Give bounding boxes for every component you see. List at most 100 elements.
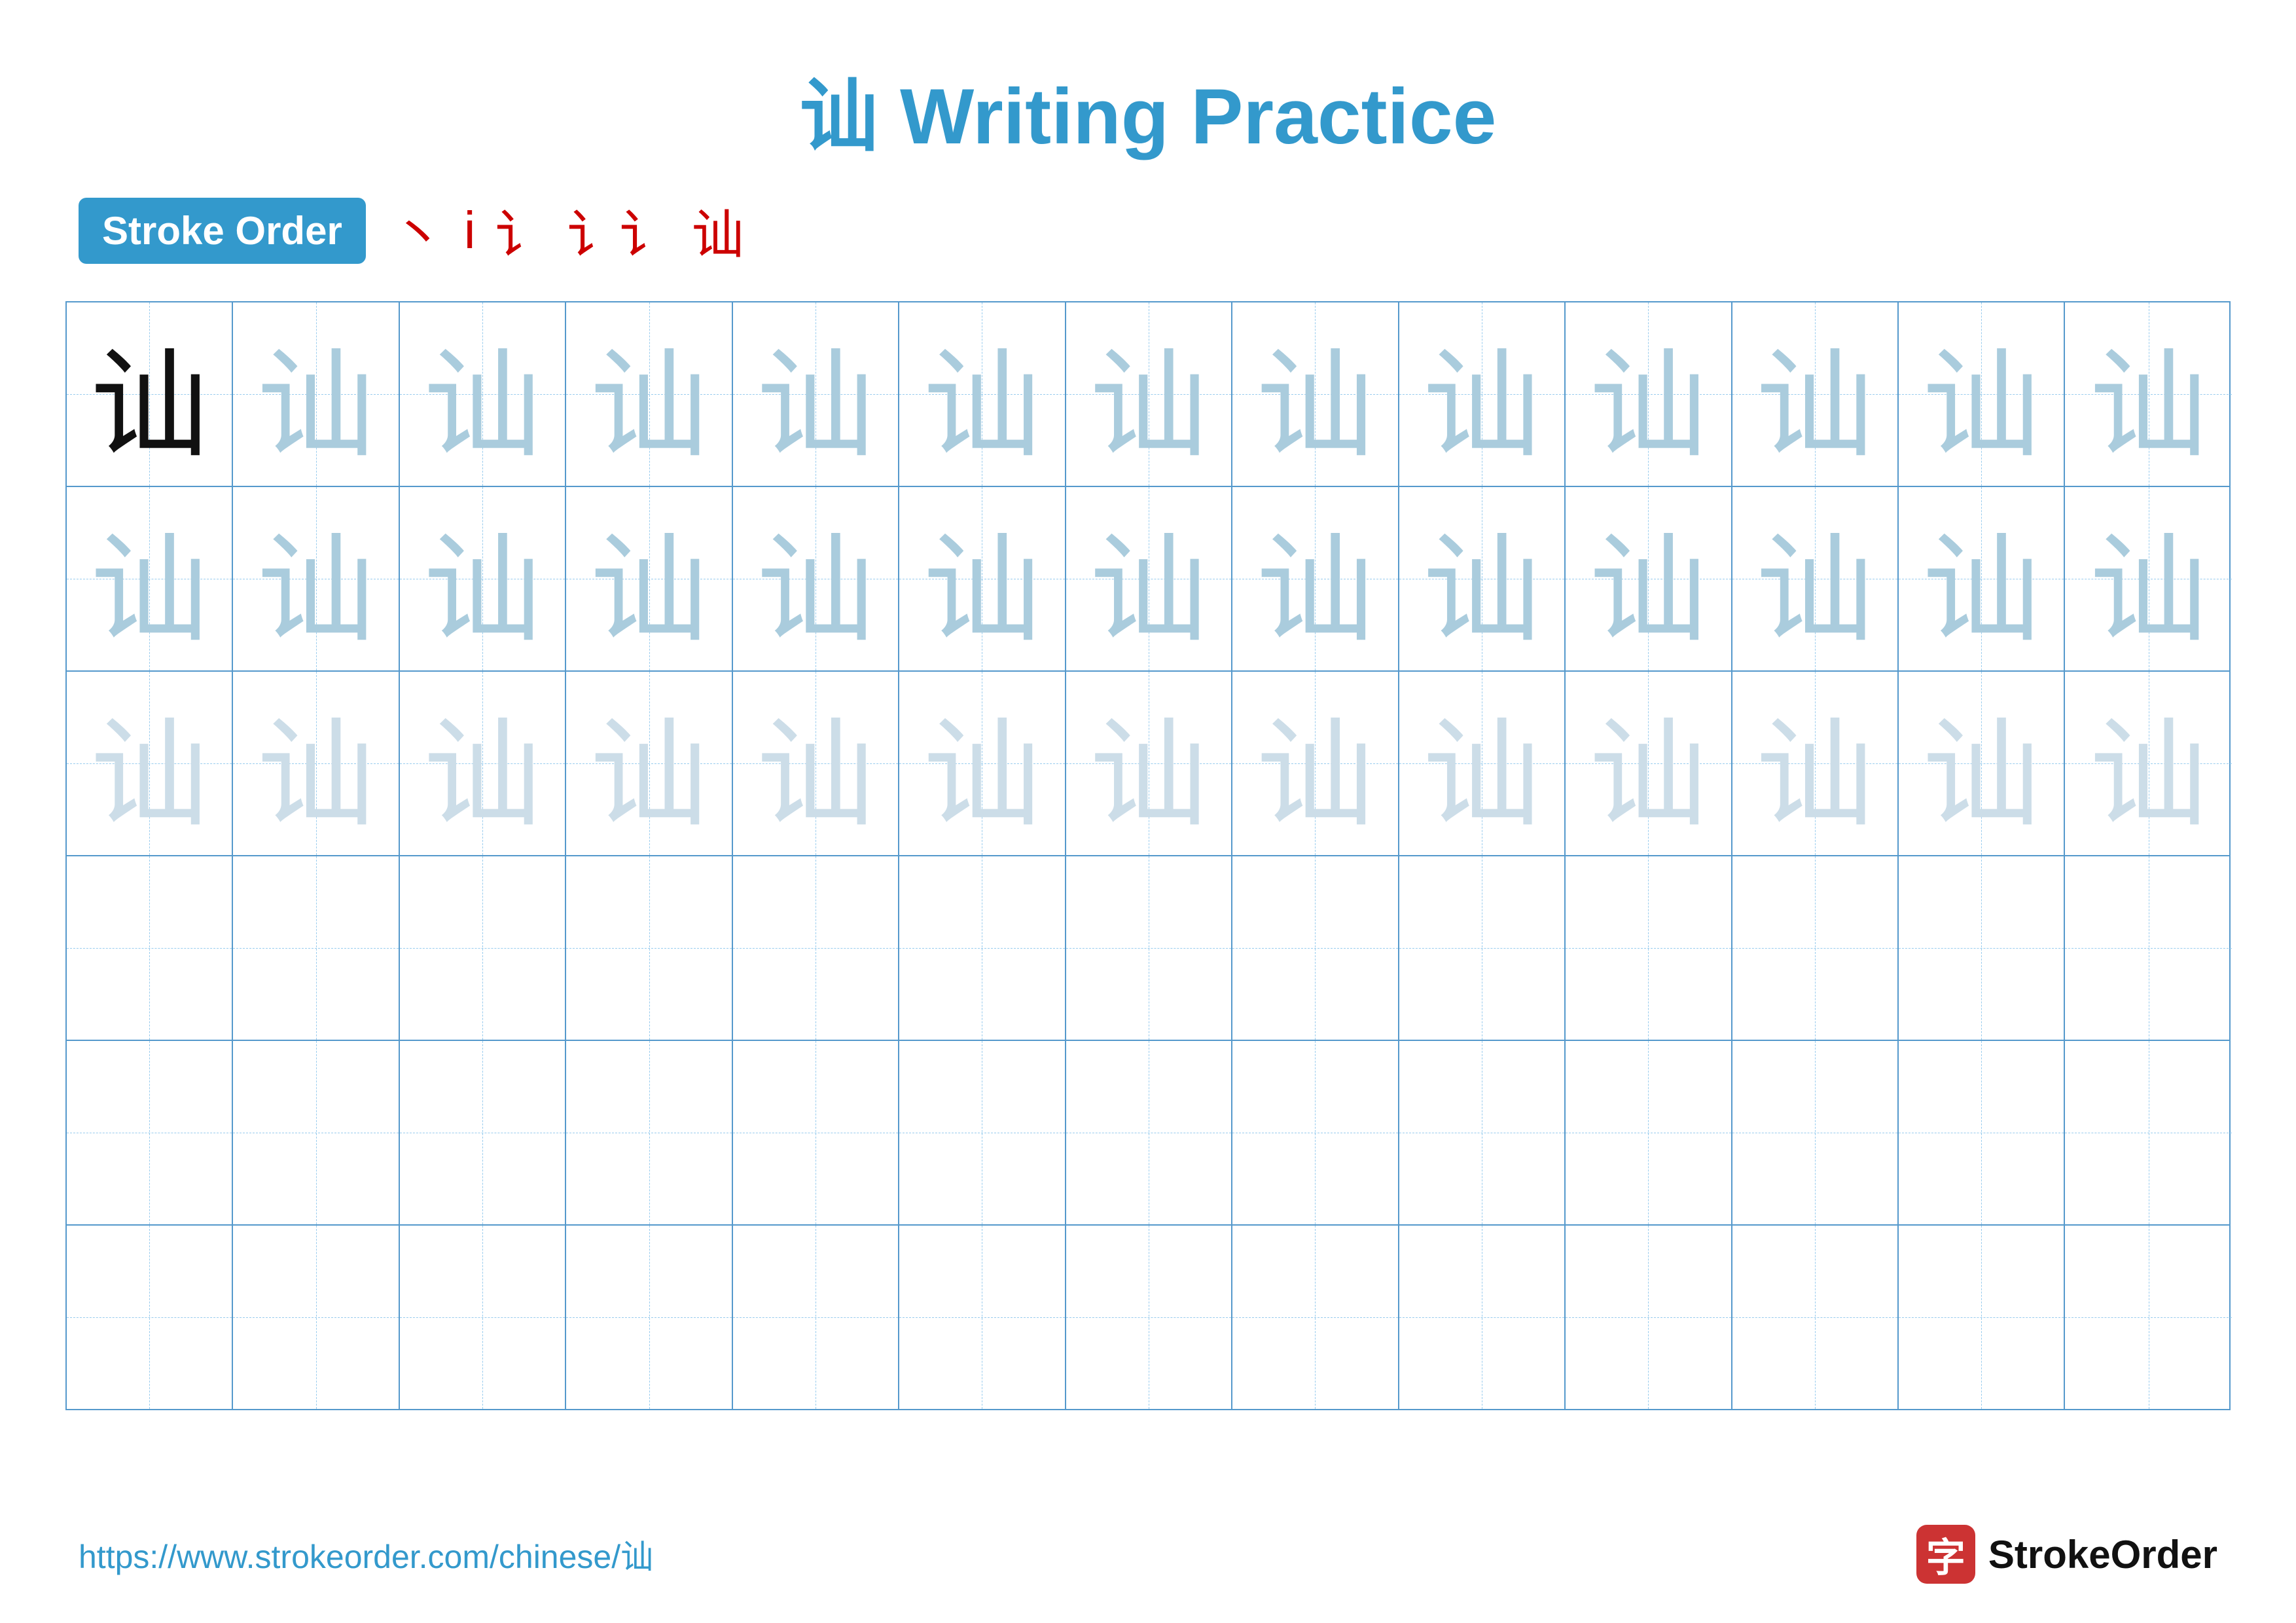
grid-cell[interactable]: 讪 [566,672,732,855]
grid-cell[interactable]: 讪 [1399,487,1566,670]
footer-url[interactable]: https://www.strokeorder.com/chinese/讪 [79,1531,653,1578]
grid-cell[interactable] [899,1226,1066,1409]
grid-cell[interactable]: 讪 [1566,302,1732,486]
grid-cell[interactable] [733,1041,899,1224]
grid-cell[interactable] [899,856,1066,1040]
grid-cell[interactable]: 讪 [2065,302,2231,486]
grid-cell[interactable] [233,1226,399,1409]
grid-cell[interactable]: 讪 [233,302,399,486]
grid-cell[interactable] [1732,856,1899,1040]
grid-cell[interactable] [1899,1041,2065,1224]
grid-cell[interactable] [566,856,732,1040]
footer-logo: 字 StrokeOrder [1916,1525,2217,1584]
grid-row-5 [67,1041,2229,1226]
grid-cell[interactable]: 讪 [400,302,566,486]
grid-cell[interactable]: 讪 [400,487,566,670]
grid-cell[interactable]: 讪 [233,672,399,855]
grid-cell[interactable] [400,856,566,1040]
stroke-5: 讪 [692,192,744,268]
stroke-order-section: Stroke Order 丶 i 讠 讠讠 讪 [0,192,2296,268]
grid-cell[interactable] [1566,1041,1732,1224]
grid-cell[interactable] [67,1041,233,1224]
grid-cell[interactable] [1232,1226,1399,1409]
practice-grid: 讪 讪 讪 讪 讪 讪 讪 讪 讪 讪 讪 讪 讪 讪 讪 讪 讪 讪 讪 讪 … [65,301,2231,1410]
grid-cell[interactable] [1899,856,2065,1040]
grid-row-2: 讪 讪 讪 讪 讪 讪 讪 讪 讪 讪 讪 讪 讪 [67,487,2229,672]
grid-cell[interactable]: 讪 [233,487,399,670]
grid-cell[interactable] [1399,1226,1566,1409]
grid-cell[interactable]: 讪 [1066,487,1232,670]
grid-cell[interactable] [1732,1226,1899,1409]
grid-cell[interactable] [2065,1041,2231,1224]
logo-text: StrokeOrder [1988,1532,2217,1577]
grid-cell[interactable] [1899,1226,2065,1409]
footer: https://www.strokeorder.com/chinese/讪 字 … [0,1525,2296,1584]
grid-cell[interactable]: 讪 [733,672,899,855]
grid-cell[interactable] [733,1226,899,1409]
grid-cell[interactable] [1732,1041,1899,1224]
grid-cell[interactable]: 讪 [67,672,233,855]
grid-cell[interactable]: 讪 [400,672,566,855]
grid-cell[interactable] [400,1226,566,1409]
grid-cell[interactable] [233,856,399,1040]
grid-cell[interactable]: 讪 [67,487,233,670]
grid-cell[interactable]: 讪 [1732,302,1899,486]
grid-cell[interactable] [1066,1041,1232,1224]
grid-cell[interactable]: 讪 [1066,672,1232,855]
grid-cell[interactable] [1566,1226,1732,1409]
grid-cell[interactable] [1399,1041,1566,1224]
grid-cell[interactable]: 讪 [566,302,732,486]
stroke-3: 讠 [495,192,548,268]
grid-cell[interactable] [2065,856,2231,1040]
grid-cell[interactable]: 讪 [733,487,899,670]
grid-cell[interactable]: 讪 [1899,672,2065,855]
grid-cell[interactable] [1232,856,1399,1040]
grid-row-6 [67,1226,2229,1409]
grid-cell[interactable] [566,1041,732,1224]
grid-cell[interactable]: 讪 [2065,672,2231,855]
grid-row-4 [67,856,2229,1041]
grid-cell[interactable]: 讪 [1232,487,1399,670]
grid-cell[interactable] [1566,856,1732,1040]
grid-cell[interactable]: 讪 [566,487,732,670]
grid-cell[interactable]: 讪 [2065,487,2231,670]
stroke-4: 讠讠 [567,192,672,268]
grid-cell[interactable] [1399,856,1566,1040]
grid-cell[interactable]: 讪 [67,302,233,486]
grid-cell[interactable]: 讪 [1399,302,1566,486]
grid-cell[interactable] [1232,1041,1399,1224]
grid-cell[interactable] [899,1041,1066,1224]
grid-cell[interactable]: 讪 [1399,672,1566,855]
grid-cell[interactable]: 讪 [1899,487,2065,670]
grid-cell[interactable] [233,1041,399,1224]
logo-icon: 字 [1916,1525,1975,1584]
grid-cell[interactable]: 讪 [1066,302,1232,486]
stroke-2: i [464,200,476,261]
grid-cell[interactable]: 讪 [1732,487,1899,670]
stroke-1: 丶 [392,192,444,268]
grid-cell[interactable]: 讪 [733,302,899,486]
grid-cell[interactable] [67,1226,233,1409]
grid-cell[interactable] [566,1226,732,1409]
stroke-order-badge: Stroke Order [79,198,366,264]
grid-cell[interactable]: 讪 [1566,487,1732,670]
grid-cell[interactable] [2065,1226,2231,1409]
grid-cell[interactable] [1066,856,1232,1040]
grid-cell[interactable]: 讪 [899,672,1066,855]
grid-cell[interactable]: 讪 [899,302,1066,486]
grid-cell[interactable] [67,856,233,1040]
grid-cell[interactable]: 讪 [899,487,1066,670]
grid-cell[interactable]: 讪 [1899,302,2065,486]
character-dark: 讪 [90,309,208,480]
grid-row-3: 讪 讪 讪 讪 讪 讪 讪 讪 讪 讪 讪 讪 讪 [67,672,2229,856]
grid-cell[interactable]: 讪 [1232,672,1399,855]
grid-cell[interactable] [733,856,899,1040]
stroke-sequence: 丶 i 讠 讠讠 讪 [392,192,744,268]
grid-cell[interactable]: 讪 [1566,672,1732,855]
grid-cell[interactable]: 讪 [1232,302,1399,486]
page-title: 讪 Writing Practice [0,0,2296,192]
grid-cell[interactable] [1066,1226,1232,1409]
grid-row-1: 讪 讪 讪 讪 讪 讪 讪 讪 讪 讪 讪 讪 讪 [67,302,2229,487]
grid-cell[interactable]: 讪 [1732,672,1899,855]
grid-cell[interactable] [400,1041,566,1224]
